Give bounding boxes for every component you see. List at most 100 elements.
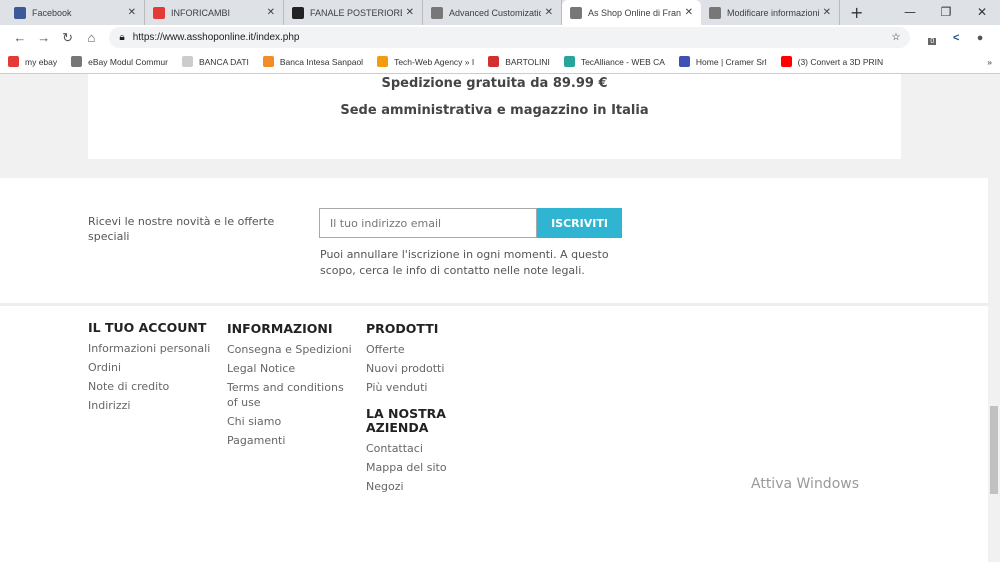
footer-link[interactable]: Pagamenti xyxy=(227,433,352,448)
address-bar[interactable]: 🔒︎ https://www.asshoponline.it/index.php… xyxy=(109,27,911,48)
footer-link[interactable]: Chi siamo xyxy=(227,414,352,429)
tab-title: Modificare informazioni xyxy=(727,7,819,18)
close-tab-icon[interactable]: ✕ xyxy=(823,7,831,18)
more-bookmarks-icon[interactable]: » xyxy=(987,57,992,67)
bookmark-favicon-icon xyxy=(488,56,500,67)
bookmark-label: BANCA DATI xyxy=(198,56,249,67)
footer-company: LA NOSTRA AZIENDA Contattaci Mappa del sit… xyxy=(366,407,466,498)
bookmark-item[interactable]: TecAlliance - WEB CA xyxy=(563,56,665,67)
footer-link[interactable]: Note di credito xyxy=(88,379,210,394)
footer-link[interactable]: Nuovi prodotti xyxy=(366,361,444,376)
newsletter-section: Ricevi le nostre novità e le offerte spe… xyxy=(0,178,988,306)
bookmark-label: (3) Convert a 3D PRIN xyxy=(797,56,884,67)
bookmark-label: my ebay xyxy=(25,56,58,67)
close-tab-icon[interactable]: ✕ xyxy=(406,7,414,18)
bookmark-item[interactable]: BANCA DATI xyxy=(181,56,249,67)
bookmark-item[interactable]: my ebay xyxy=(8,56,57,67)
subscribe-button[interactable]: ISCRIVITI xyxy=(537,208,622,238)
extension-icon[interactable]: 0 xyxy=(920,30,944,45)
profile-icon[interactable]: ● xyxy=(968,32,992,44)
bookmark-item[interactable]: BARTOLINI xyxy=(488,56,550,67)
close-tab-icon[interactable]: ✕ xyxy=(128,7,136,18)
tab-title: INFORICAMBI xyxy=(171,7,231,18)
bookmark-label: Tech-Web Agency » I xyxy=(394,56,475,67)
footer-link[interactable]: Terms and conditions of use xyxy=(227,380,352,410)
tab-title: FANALE POSTERIORE M xyxy=(310,7,402,18)
footer-info: INFORMAZIONI Consegna e Spedizioni Legal N… xyxy=(227,322,352,452)
footer-link[interactable]: Contattaci xyxy=(366,441,466,456)
bookmark-label: Home | Cramer Srl xyxy=(695,56,767,67)
footer-heading: INFORMAZIONI xyxy=(227,321,333,336)
home-icon[interactable]: ⌂ xyxy=(80,30,104,45)
footer-link[interactable]: Indirizzi xyxy=(88,398,210,413)
footer-link[interactable]: Offerte xyxy=(366,342,444,357)
email-input[interactable] xyxy=(319,208,537,238)
tab[interactable]: Modificare informazioni ✕ xyxy=(701,0,840,25)
lock-icon: 🔒︎ xyxy=(119,32,125,43)
footer-account: IL TUO ACCOUNT Informazioni personali Ordi… xyxy=(88,321,210,417)
bookmark-item[interactable]: Banca Intesa Sanpaol xyxy=(262,56,364,67)
bookmark-favicon-icon xyxy=(8,56,19,67)
bookmark-favicon-icon xyxy=(780,56,792,67)
footer-link[interactable]: Ordini xyxy=(88,360,210,375)
favicon-icon xyxy=(709,6,721,19)
footer-heading: LA NOSTRA AZIENDA xyxy=(366,406,446,435)
footer-link[interactable]: Più venduti xyxy=(366,380,444,395)
bookmark-favicon-icon xyxy=(678,56,690,67)
bookmark-item[interactable]: Home | Cramer Srl xyxy=(678,56,767,67)
footer-heading: PRODOTTI xyxy=(366,321,439,336)
bookmark-label: TecAlliance - WEB CA xyxy=(580,56,665,67)
scrollbar[interactable] xyxy=(988,74,1000,562)
footer-heading: IL TUO ACCOUNT xyxy=(88,320,207,335)
scrollbar-thumb[interactable] xyxy=(990,406,998,494)
footer-link[interactable]: Legal Notice xyxy=(227,361,352,376)
favicon-icon xyxy=(431,6,443,19)
extension-share-icon[interactable]: < xyxy=(944,32,968,44)
close-tab-icon[interactable]: ✕ xyxy=(685,7,693,18)
tab[interactable]: Facebook ✕ xyxy=(6,0,145,25)
bookmark-item[interactable]: eBay Modul Commur xyxy=(71,56,168,67)
bookmark-favicon-icon xyxy=(377,56,389,67)
browser-toolbar: ← → ↻ ⌂ 🔒︎ https://www.asshoponline.it/i… xyxy=(0,25,1000,50)
tab-title: Facebook xyxy=(32,7,72,18)
windows-activation-watermark: Attiva Windows xyxy=(751,476,860,492)
extension-badge: 0 xyxy=(928,37,937,45)
footer-link[interactable]: Informazioni personali xyxy=(88,341,210,356)
footer-link[interactable]: Mappa del sito xyxy=(366,460,466,475)
url-text[interactable]: https://www.asshoponline.it/index.php xyxy=(133,32,892,43)
close-tab-icon[interactable]: ✕ xyxy=(545,7,553,18)
bookmark-label: Banca Intesa Sanpaol xyxy=(279,56,364,67)
tab-title: Advanced Customizatio xyxy=(449,7,541,18)
tab-strip: Facebook✕INFORICAMBI✕FANALE POSTERIORE M… xyxy=(0,0,1000,25)
close-tab-icon[interactable]: ✕ xyxy=(267,7,275,18)
tab[interactable]: INFORICAMBI ✕ xyxy=(145,0,284,25)
bookmark-label: eBay Modul Commur xyxy=(88,56,168,67)
bookmark-favicon-icon xyxy=(563,56,575,67)
footer-products: PRODOTTI Offerte Nuovi prodotti Più venduti xyxy=(366,322,444,399)
bookmark-item[interactable]: Tech-Web Agency » I xyxy=(377,56,474,67)
bookmark-item[interactable]: (3) Convert a 3D PRIN xyxy=(780,56,884,67)
restore-button[interactable]: ❐ xyxy=(928,0,964,25)
tab-title: As Shop Online di Franc xyxy=(588,7,681,18)
footer-link[interactable]: Consegna e Spedizioni xyxy=(227,342,352,357)
tab[interactable]: As Shop Online di Franc ✕ xyxy=(562,0,701,25)
close-window-button[interactable]: ✕ xyxy=(964,0,1000,25)
minimize-button[interactable]: — xyxy=(892,0,928,25)
newsletter-note: Puoi annullare l'iscrizione in ogni mome… xyxy=(320,248,609,277)
tab[interactable]: FANALE POSTERIORE M ✕ xyxy=(284,0,423,25)
bookmark-label: BARTOLINI xyxy=(505,56,550,67)
favicon-icon xyxy=(570,6,582,19)
tab[interactable]: Advanced Customizatio ✕ xyxy=(423,0,562,25)
headquarters-text: Sede amministrativa e magazzino in Itali… xyxy=(340,103,649,118)
footer-link[interactable]: Negozi xyxy=(366,479,466,494)
back-icon[interactable]: ← xyxy=(8,30,32,45)
reload-icon[interactable]: ↻ xyxy=(56,30,80,46)
bookmark-favicon-icon xyxy=(262,56,274,67)
info-banner: Spedizione gratuita da 89.99 € Sede ammi… xyxy=(88,74,901,159)
bookmark-star-icon[interactable]: ☆ xyxy=(891,32,900,43)
favicon-icon xyxy=(14,6,26,19)
new-tab-button[interactable]: + xyxy=(850,3,863,22)
favicon-icon xyxy=(153,6,165,19)
free-shipping-text: Spedizione gratuita da 89.99 € xyxy=(381,76,608,91)
forward-icon[interactable]: → xyxy=(32,30,56,45)
